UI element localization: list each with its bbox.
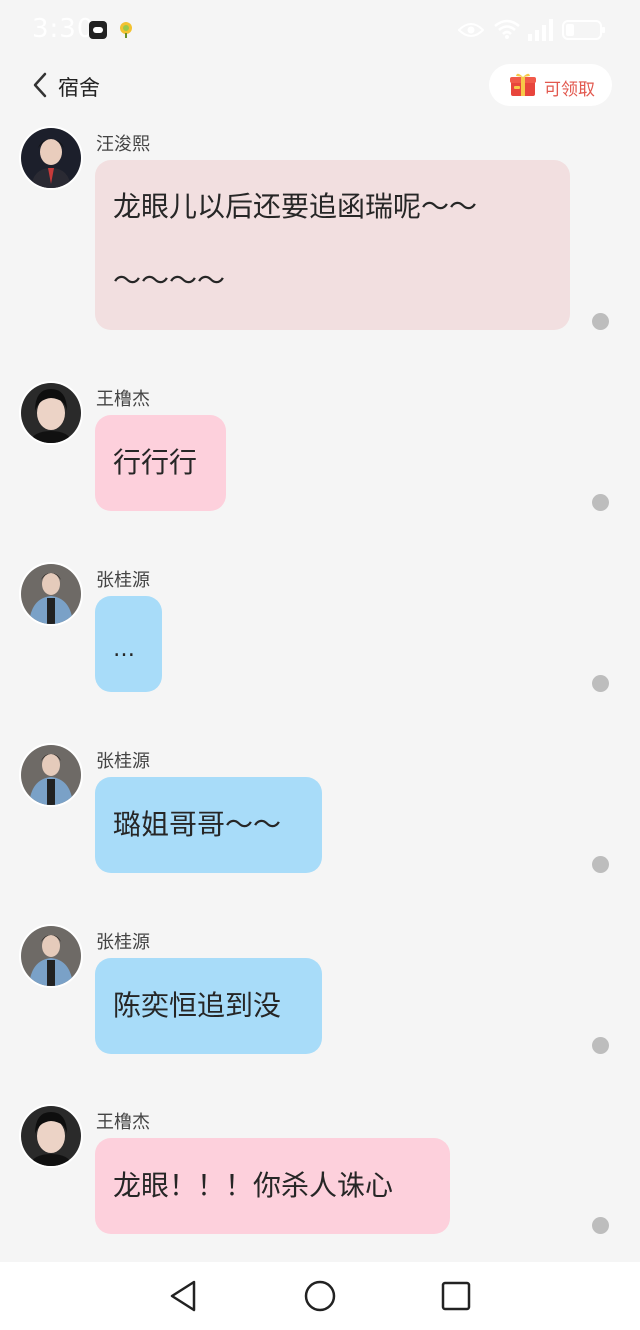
- sender-name: 张桂源: [96, 932, 150, 953]
- message-text-line: ～～～～: [113, 264, 226, 297]
- status-bar: 3:30: [0, 0, 640, 60]
- chat-title: 宿舍: [58, 76, 100, 100]
- avatar-black-hair-icon: [21, 383, 81, 443]
- avatar-denim-jacket-icon: [21, 926, 81, 986]
- message-bubble[interactable]: 龙眼儿以后还要追函瑞呢～～ ～～～～: [95, 160, 570, 330]
- chat-screen: 3:30 宿舍 可领取 汪浚熙 龙眼儿以后还要追函瑞呢～～ ～～～～ 王橹杰 行…: [0, 0, 640, 1330]
- avatar-denim-jacket-icon: [21, 564, 81, 624]
- nav-recents-button[interactable]: [438, 1278, 474, 1314]
- read-status-dot: [592, 313, 609, 330]
- sender-name: 张桂源: [96, 751, 150, 772]
- message-bubble[interactable]: 陈奕恒追到没: [95, 958, 322, 1054]
- message-text: 陈奕恒追到没: [113, 989, 282, 1022]
- sender-name: 汪浚熙: [96, 134, 150, 155]
- sender-name: 张桂源: [96, 570, 150, 591]
- message-bubble[interactable]: 行行行: [95, 415, 226, 511]
- message-text: …: [113, 637, 135, 662]
- read-status-dot: [592, 494, 609, 511]
- read-status-dot: [592, 1217, 609, 1234]
- wifi-icon: [493, 18, 521, 44]
- nav-home-button[interactable]: [302, 1278, 338, 1314]
- message-text-line: 龙眼儿以后还要追函瑞呢～～: [113, 190, 478, 223]
- avatar[interactable]: [19, 381, 83, 445]
- message-text: 璐姐哥哥～～: [113, 808, 282, 841]
- signal-icon: [526, 18, 556, 46]
- message-bubble[interactable]: 璐姐哥哥～～: [95, 777, 322, 873]
- chevron-left-icon: [33, 72, 47, 98]
- avatar-dark-suit-icon: [21, 128, 81, 188]
- chat-header: 宿舍 可领取: [0, 60, 640, 112]
- avatar[interactable]: [19, 562, 83, 626]
- message-bubble[interactable]: …: [95, 596, 162, 692]
- back-button[interactable]: [30, 71, 50, 101]
- battery-icon: [562, 19, 606, 45]
- message-text: 行行行: [113, 446, 198, 479]
- red-envelope-gift-icon: [509, 72, 537, 102]
- recents-square-icon: [441, 1281, 471, 1311]
- avatar[interactable]: [19, 743, 83, 807]
- avatar[interactable]: [19, 126, 83, 190]
- message-text: 龙眼！！！你杀人诛心: [113, 1169, 394, 1202]
- sender-name: 王橹杰: [96, 1112, 150, 1133]
- claim-reward-label: 可领取: [544, 80, 595, 100]
- nav-back-button[interactable]: [166, 1278, 202, 1314]
- avatar[interactable]: [19, 1104, 83, 1168]
- back-triangle-icon: [170, 1280, 196, 1312]
- weather-app-icon: [116, 20, 136, 44]
- avatar-black-hair-icon: [21, 1106, 81, 1166]
- status-time: 3:30: [32, 14, 95, 44]
- avatar[interactable]: [19, 924, 83, 988]
- sender-name: 王橹杰: [96, 389, 150, 410]
- system-nav-bar: [0, 1262, 640, 1330]
- avatar-denim-jacket-icon: [21, 745, 81, 805]
- read-status-dot: [592, 856, 609, 873]
- claim-reward-button[interactable]: 可领取: [489, 64, 612, 106]
- home-circle-icon: [304, 1280, 336, 1312]
- read-status-dot: [592, 1037, 609, 1054]
- message-bubble[interactable]: 龙眼！！！你杀人诛心: [95, 1138, 450, 1234]
- message-app-icon: [88, 20, 108, 44]
- eye-icon: [457, 22, 485, 42]
- read-status-dot: [592, 675, 609, 692]
